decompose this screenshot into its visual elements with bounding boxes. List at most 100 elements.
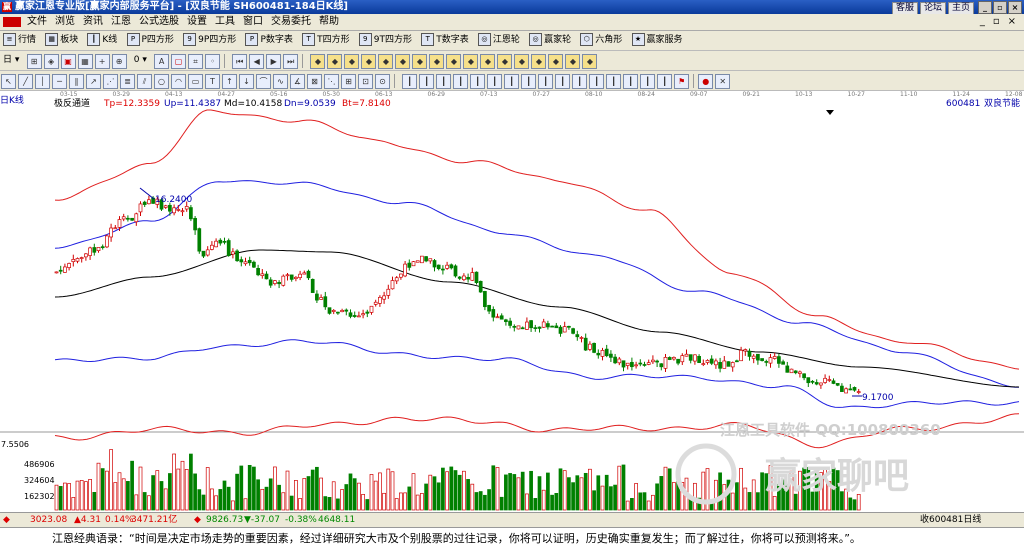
winner-wheel-button[interactable]: ◎ 赢家轮 [527, 33, 573, 48]
first-icon[interactable]: ⏮ [232, 54, 248, 69]
sector-button[interactable]: ▦ 板块 [43, 33, 80, 48]
pointer-icon[interactable]: ↖ [1, 74, 16, 89]
gann-angle-icon[interactable]: ∡ [290, 74, 305, 89]
menu-file[interactable]: 文件 [23, 16, 51, 27]
fan-icon[interactable]: ⋰ [103, 74, 118, 89]
line-icon[interactable]: ╱ [18, 74, 33, 89]
mdi-minimize-icon[interactable]: _ [976, 16, 989, 27]
gann-square-icon[interactable]: ⊡ [358, 74, 373, 89]
fib-icon[interactable]: ≣ [120, 74, 135, 89]
menu-help[interactable]: 帮助 [315, 16, 343, 27]
t-square-button[interactable]: T T四方形 [300, 33, 352, 48]
diamond-7-icon[interactable]: ◆ [412, 54, 428, 69]
mdi-restore-icon[interactable]: ▫ [989, 16, 1004, 27]
zoom-icon[interactable]: ⊞ [26, 54, 42, 69]
menu-browse[interactable]: 浏览 [51, 16, 79, 27]
diamond-15-icon[interactable]: ◆ [548, 54, 564, 69]
diamond-14-icon[interactable]: ◆ [531, 54, 547, 69]
window-icon[interactable]: ▢ [171, 54, 187, 69]
diamond-6-icon[interactable]: ◆ [395, 54, 411, 69]
gann-circle-icon[interactable]: ⊙ [375, 74, 390, 89]
prev-icon[interactable]: ◀ [249, 54, 265, 69]
bars-8-icon[interactable]: ┃ [521, 74, 537, 89]
parallel-icon[interactable]: ∥ [69, 74, 84, 89]
menu-window[interactable]: 窗口 [239, 16, 267, 27]
indicator-icon[interactable]: ◈ [43, 54, 59, 69]
menu-news[interactable]: 资讯 [79, 16, 107, 27]
bars-16-icon[interactable]: ┃ [657, 74, 673, 89]
bars-6-icon[interactable]: ┃ [487, 74, 503, 89]
last-icon[interactable]: ⏭ [283, 54, 299, 69]
bars-3-icon[interactable]: ┃ [436, 74, 452, 89]
hline-icon[interactable]: ─ [52, 74, 67, 89]
menu-tools[interactable]: 工具 [211, 16, 239, 27]
menu-settings[interactable]: 设置 [183, 16, 211, 27]
text-icon[interactable]: T [205, 74, 220, 89]
t-number-table-button[interactable]: T T数字表 [419, 33, 471, 48]
arc-icon[interactable]: ◠ [171, 74, 186, 89]
bars-11-icon[interactable]: ┃ [572, 74, 588, 89]
close-icon[interactable]: × [1008, 1, 1022, 14]
kline-button[interactable]: ┃ K线 [85, 33, 119, 48]
diamond-1-icon[interactable]: ◆ [310, 54, 326, 69]
mdi-close-icon[interactable]: × [1004, 16, 1020, 27]
bars-12-icon[interactable]: ┃ [589, 74, 605, 89]
quote-button[interactable]: ≡ 行情 [1, 33, 38, 48]
bars-5-icon[interactable]: ┃ [470, 74, 486, 89]
arrow-down-icon[interactable]: ↓ [239, 74, 254, 89]
bars-4-icon[interactable]: ┃ [453, 74, 469, 89]
bars-10-icon[interactable]: ┃ [555, 74, 571, 89]
erase-icon[interactable]: ✕ [715, 74, 731, 89]
diamond-16-icon[interactable]: ◆ [565, 54, 581, 69]
bars-2-icon[interactable]: ┃ [419, 74, 435, 89]
cycle-icon[interactable]: ⌒ [256, 74, 271, 89]
grid-icon[interactable]: ▦ [77, 54, 93, 69]
gann-box-icon[interactable]: ⊠ [307, 74, 322, 89]
period-dropdown[interactable]: 日 ▾ [1, 53, 21, 68]
9p-square-button[interactable]: 9 9P四方形 [181, 33, 238, 48]
9t-square-button[interactable]: 9 9T四方形 [357, 33, 414, 48]
menu-gann[interactable]: 江恩 [107, 16, 135, 27]
palette-icon[interactable]: ● [698, 74, 714, 89]
wave-icon[interactable]: ∿ [273, 74, 288, 89]
diamond-8-icon[interactable]: ◆ [429, 54, 445, 69]
diamond-9-icon[interactable]: ◆ [446, 54, 462, 69]
hexagon-button[interactable]: ⬡ 六角形 [578, 33, 624, 48]
font-size-icon[interactable]: A [154, 54, 170, 69]
bars-1-icon[interactable]: ┃ [402, 74, 418, 89]
winner-service-button[interactable]: ★ 赢家服务 [630, 33, 685, 48]
diamond-5-icon[interactable]: ◆ [378, 54, 394, 69]
menu-formula-select[interactable]: 公式选股 [135, 16, 183, 27]
chart-icon[interactable]: ▣ [60, 54, 76, 69]
target-icon[interactable]: ⊕ [111, 54, 127, 69]
restore-icon[interactable]: ▫ [993, 1, 1007, 14]
p-number-table-button[interactable]: P P数字表 [243, 33, 294, 48]
channel-icon[interactable]: ⫽ [137, 74, 152, 89]
vline-icon[interactable]: │ [35, 74, 50, 89]
ray-icon[interactable]: ↗ [86, 74, 101, 89]
bars-13-icon[interactable]: ┃ [606, 74, 622, 89]
menu-trade[interactable]: 交易委托 [267, 16, 315, 27]
diamond-2-icon[interactable]: ◆ [327, 54, 343, 69]
gann-fan-icon[interactable]: ⋱ [324, 74, 339, 89]
bars-9-icon[interactable]: ┃ [538, 74, 554, 89]
diamond-13-icon[interactable]: ◆ [514, 54, 530, 69]
bars-14-icon[interactable]: ┃ [623, 74, 639, 89]
diamond-11-icon[interactable]: ◆ [480, 54, 496, 69]
bars-7-icon[interactable]: ┃ [504, 74, 520, 89]
bars-15-icon[interactable]: ┃ [640, 74, 656, 89]
p-square-button[interactable]: P P四方形 [125, 33, 176, 48]
dropdown-marker-icon[interactable] [826, 110, 834, 115]
kline-chart[interactable]: 日K线 极反通道 Tp=12.3359 Up=11.4387 Md=10.415… [0, 92, 1024, 512]
cursor-icon[interactable]: ◦ [205, 54, 221, 69]
diamond-3-icon[interactable]: ◆ [344, 54, 360, 69]
rect-icon[interactable]: ▭ [188, 74, 203, 89]
flag-icon[interactable]: ⚑ [674, 74, 690, 89]
diamond-17-icon[interactable]: ◆ [582, 54, 598, 69]
circle-icon[interactable]: ○ [154, 74, 169, 89]
diamond-10-icon[interactable]: ◆ [463, 54, 479, 69]
gann-wheel-button[interactable]: ◎ 江恩轮 [476, 33, 522, 48]
gann-grid-icon[interactable]: ⊞ [341, 74, 356, 89]
minimize-icon[interactable]: _ [978, 1, 992, 14]
mode-dropdown[interactable]: 0 ▾ [132, 53, 149, 68]
